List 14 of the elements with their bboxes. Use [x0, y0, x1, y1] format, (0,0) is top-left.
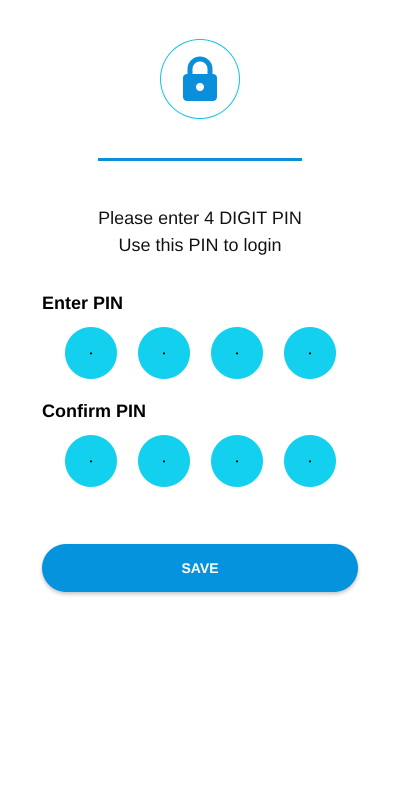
pin-label: Enter PIN	[42, 293, 124, 314]
pin-field[interactable]: •	[65, 327, 117, 379]
pin-label: Confirm PIN	[42, 401, 148, 422]
pin-field[interactable]: •	[211, 327, 263, 379]
pin-field[interactable]: •	[284, 327, 336, 379]
pin-field[interactable]: •	[138, 327, 190, 379]
pin-field[interactable]: •	[284, 435, 336, 487]
save-button[interactable]: SAVE	[42, 544, 358, 592]
pin-field[interactable]: •	[65, 435, 117, 487]
instruction-text: Please enter 4 DIGIT PIN	[98, 207, 302, 230]
pin-field[interactable]: •	[211, 435, 263, 487]
instruction-text: Use this PIN to login	[117, 234, 283, 257]
lock-icon	[182, 56, 218, 102]
pin-field[interactable]: •	[138, 435, 190, 487]
